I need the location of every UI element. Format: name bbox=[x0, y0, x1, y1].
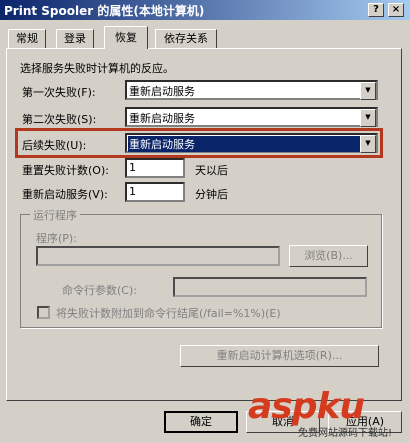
tab-dependencies[interactable]: 依存关系 bbox=[155, 29, 217, 48]
watermark-tagline: 免费网站源码下载站! bbox=[298, 428, 393, 439]
cmd-params-input[interactable] bbox=[173, 277, 367, 297]
window-title: Print Spooler 的属性(本地计算机) bbox=[4, 4, 205, 18]
dropdown-arrow-icon[interactable]: ▼ bbox=[360, 109, 376, 127]
dropdown-arrow-icon[interactable]: ▼ bbox=[360, 135, 376, 153]
reset-count-input[interactable]: 1 bbox=[125, 158, 185, 178]
watermark-logo: aspku bbox=[248, 386, 365, 427]
subsequent-failure-label: 后续失败(U): bbox=[22, 139, 87, 152]
append-fail-count-checkbox[interactable] bbox=[37, 306, 50, 319]
append-fail-count-label: 将失败计数附加到命令行结尾(/fail=%1%)(E) bbox=[56, 307, 281, 320]
dropdown-arrow-icon[interactable]: ▼ bbox=[360, 82, 376, 100]
tab-general[interactable]: 常规 bbox=[8, 29, 46, 48]
intro-text: 选择服务失败时计算机的反应。 bbox=[20, 62, 174, 75]
tab-recovery[interactable]: 恢复 bbox=[104, 26, 148, 49]
subsequent-failure-select[interactable]: 重新启动服务 ▼ bbox=[125, 133, 378, 153]
reset-count-unit: 天以后 bbox=[195, 164, 228, 177]
tab-logon[interactable]: 登录 bbox=[56, 29, 94, 48]
restart-service-label: 重新启动服务(V): bbox=[22, 188, 108, 201]
first-failure-value: 重新启动服务 bbox=[129, 85, 195, 98]
program-input[interactable] bbox=[36, 246, 280, 266]
second-failure-value: 重新启动服务 bbox=[129, 112, 195, 125]
run-program-group-title: 运行程序 bbox=[30, 207, 80, 223]
first-failure-select[interactable]: 重新启动服务 ▼ bbox=[125, 80, 378, 100]
subsequent-failure-value: 重新启动服务 bbox=[128, 136, 360, 152]
restart-service-input[interactable]: 1 bbox=[125, 182, 185, 202]
second-failure-select[interactable]: 重新启动服务 ▼ bbox=[125, 107, 378, 127]
browse-button[interactable]: 浏览(B)... bbox=[289, 245, 368, 267]
program-label: 程序(P): bbox=[36, 232, 77, 245]
cmd-params-label: 命令行参数(C): bbox=[62, 284, 137, 297]
second-failure-label: 第二次失败(S): bbox=[22, 113, 97, 126]
ok-button[interactable]: 确定 bbox=[164, 411, 238, 433]
restart-service-unit: 分钟后 bbox=[195, 188, 228, 201]
reset-count-label: 重置失败计数(O): bbox=[22, 164, 109, 177]
first-failure-label: 第一次失败(F): bbox=[22, 86, 96, 99]
restart-computer-options-button[interactable]: 重新启动计算机选项(R)... bbox=[180, 345, 379, 367]
close-button[interactable]: × bbox=[388, 3, 404, 17]
help-button[interactable]: ? bbox=[368, 3, 384, 17]
